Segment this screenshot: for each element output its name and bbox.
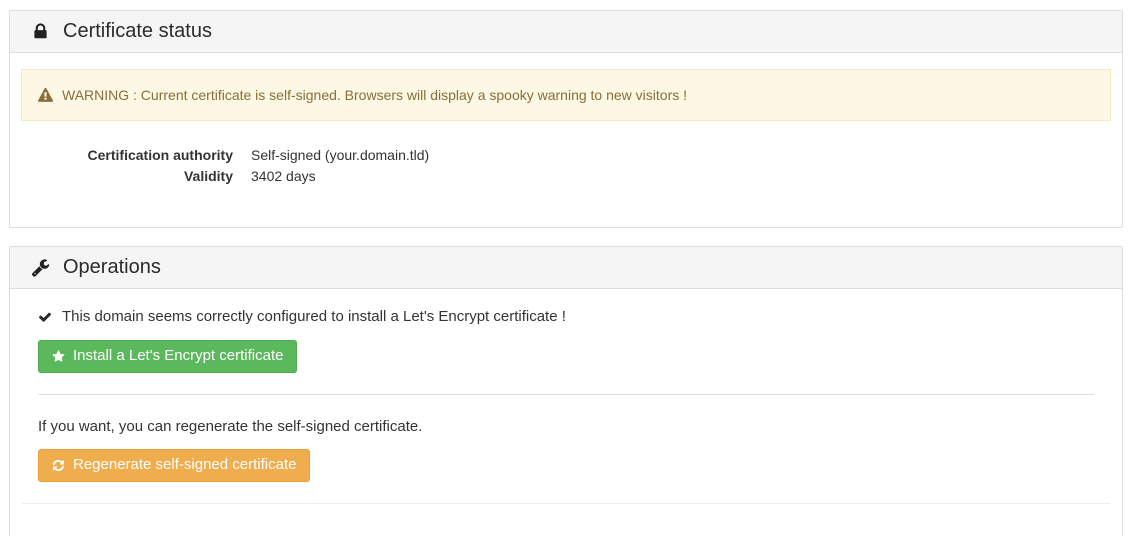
operations-divider [38, 394, 1094, 395]
regenerate-button-label: Regenerate self-signed certificate [73, 456, 296, 474]
lock-icon [31, 22, 50, 41]
operations-header: Operations [10, 247, 1122, 289]
wrench-icon [31, 258, 50, 277]
page: Certificate status WARNING : Current cer… [0, 0, 1131, 536]
operations-bottom-divider [22, 503, 1110, 504]
operations-panel: Operations This domain seems correctly c… [9, 246, 1123, 536]
install-lets-encrypt-button[interactable]: Install a Let's Encrypt certificate [38, 340, 297, 373]
validity-label: Validity [31, 166, 233, 187]
warning-triangle-icon [38, 88, 53, 103]
warning-alert-text: WARNING : Current certificate is self-si… [62, 85, 687, 105]
star-icon [52, 350, 65, 363]
certificate-status-title: Certificate status [63, 21, 212, 43]
certificate-status-header: Certificate status [10, 11, 1122, 53]
validity-value: 3402 days [251, 166, 1111, 187]
operations-title: Operations [63, 257, 161, 279]
install-button-label: Install a Let's Encrypt certificate [73, 347, 283, 365]
certificate-status-body: WARNING : Current certificate is self-si… [10, 53, 1122, 227]
certification-authority-label: Certification authority [31, 145, 233, 166]
regenerate-self-signed-button[interactable]: Regenerate self-signed certificate [38, 449, 310, 482]
certification-authority-value: Self-signed (your.domain.tld) [251, 145, 1111, 166]
lets-encrypt-status-line: This domain seems correctly configured t… [38, 308, 1094, 326]
check-icon [38, 310, 52, 324]
certificate-status-panel: Certificate status WARNING : Current cer… [9, 10, 1123, 228]
lets-encrypt-status-text: This domain seems correctly configured t… [62, 308, 566, 326]
self-signed-warning-alert: WARNING : Current certificate is self-si… [21, 69, 1111, 121]
regenerate-info-text: If you want, you can regenerate the self… [38, 418, 1094, 435]
refresh-icon [52, 459, 65, 472]
certificate-details: Certification authority Self-signed (you… [31, 145, 1111, 227]
detail-row-validity: Validity 3402 days [31, 166, 1111, 187]
operations-body: This domain seems correctly configured t… [10, 289, 1122, 536]
detail-row-certification-authority: Certification authority Self-signed (you… [31, 145, 1111, 166]
